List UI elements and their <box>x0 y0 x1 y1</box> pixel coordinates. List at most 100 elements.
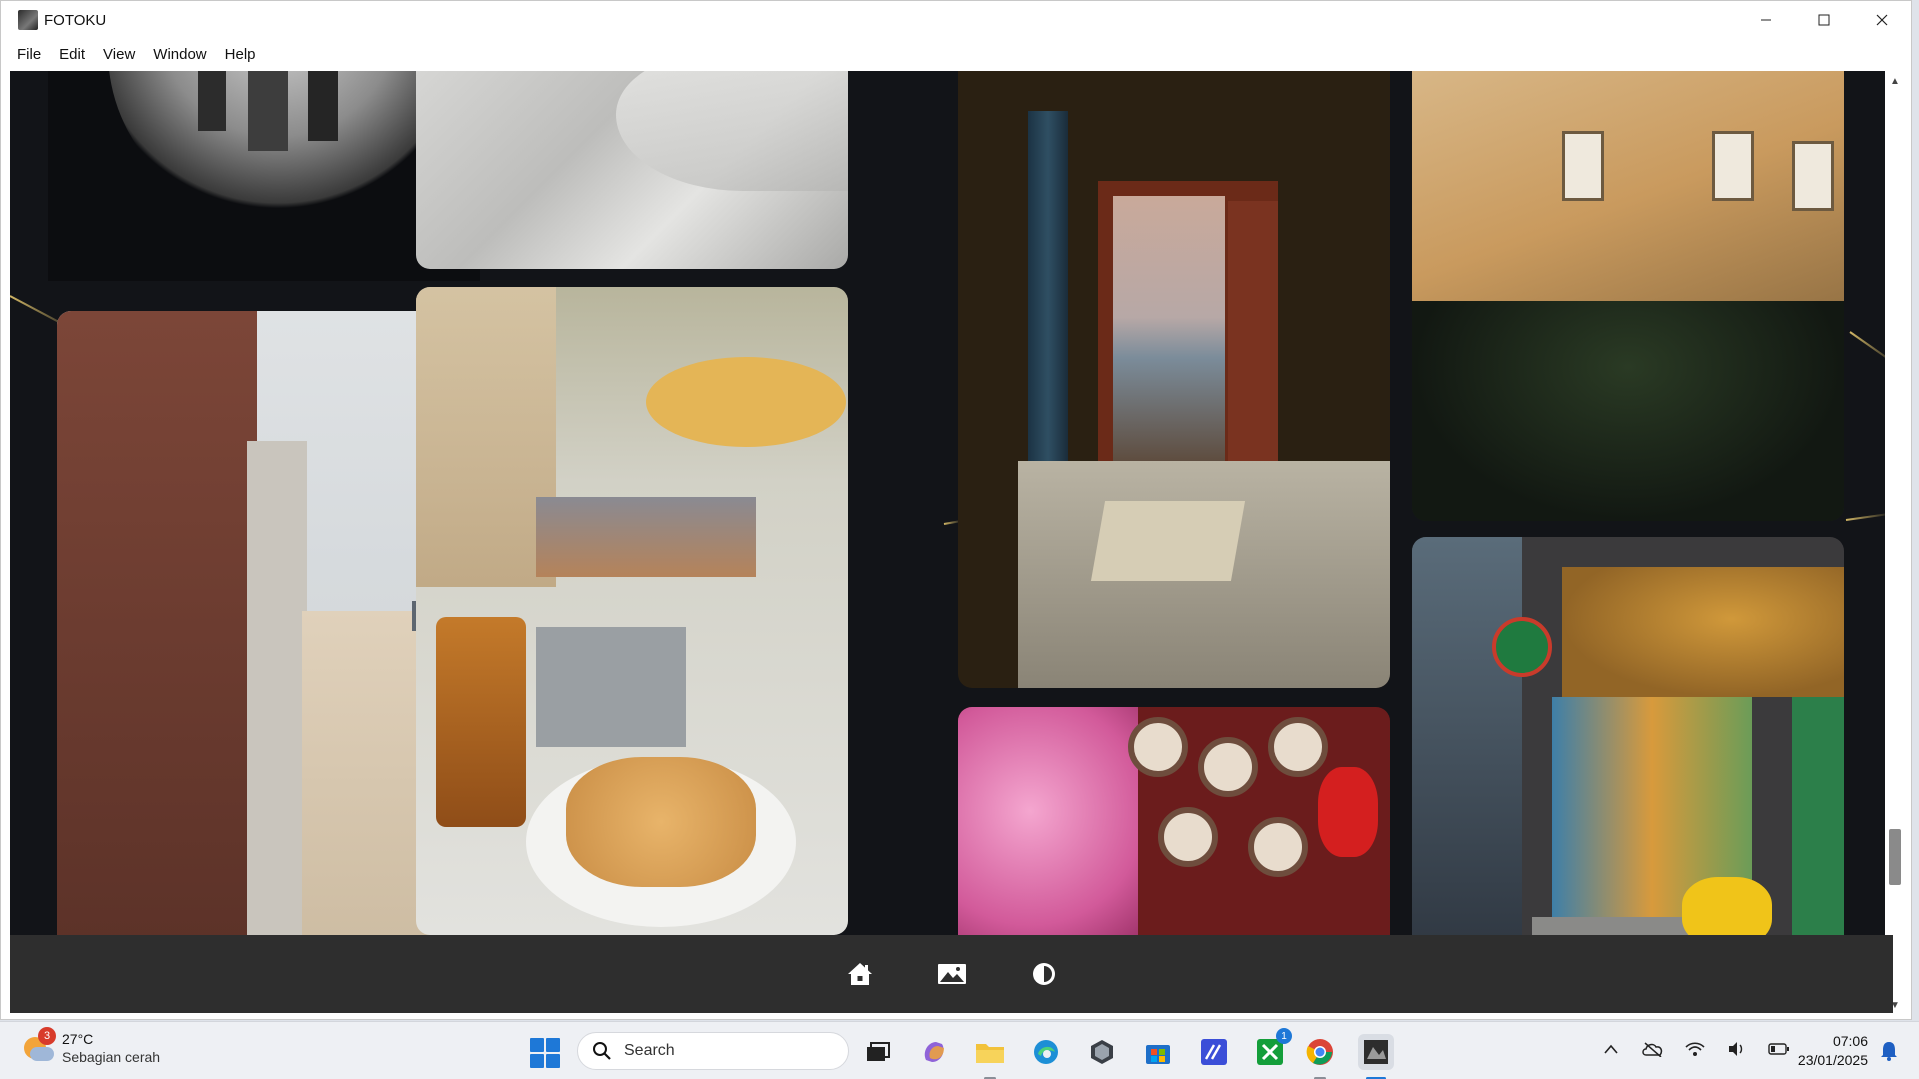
pink-blossoms <box>958 707 1138 935</box>
window-controls <box>1737 1 1911 39</box>
clock-date: 23/01/2025 <box>1797 1052 1868 1068</box>
clock-time: 07:06 <box>1832 1033 1868 1049</box>
start-button[interactable] <box>530 1038 560 1068</box>
chrome-button[interactable] <box>1302 1034 1338 1079</box>
maximize-icon <box>1818 14 1830 26</box>
photo-food-table[interactable] <box>416 287 848 935</box>
shop-sign <box>1492 617 1552 677</box>
app-logo-icon <box>18 10 38 30</box>
notification-bell-icon[interactable] <box>1878 1040 1900 1062</box>
wifi-icon[interactable] <box>1684 1038 1706 1060</box>
trees <box>1412 301 1844 521</box>
green-shop <box>1792 697 1844 935</box>
folded-towel <box>1090 501 1246 581</box>
alley-wall-left <box>1412 537 1522 935</box>
theme-toggle-icon <box>1032 963 1055 985</box>
weather-desc: Sebagian cerah <box>62 1049 161 1065</box>
xbox-button[interactable]: 1 <box>1252 1028 1292 1070</box>
vertical-scrollbar[interactable]: ▲ ▼ <box>1885 71 1905 1015</box>
brick-building <box>57 311 257 935</box>
menu-edit[interactable]: Edit <box>50 39 94 71</box>
photo-colorful-alley[interactable] <box>1412 537 1844 935</box>
stone-building <box>247 441 307 935</box>
fruit-bowl <box>646 357 846 447</box>
chrome-icon <box>1306 1039 1333 1065</box>
home-button[interactable] <box>845 959 875 989</box>
home-icon <box>847 963 872 985</box>
unity-button[interactable] <box>1084 1034 1120 1070</box>
fotoku-icon <box>1364 1040 1388 1064</box>
window <box>1562 131 1604 201</box>
store-icon <box>1146 1045 1170 1064</box>
red-lantern <box>1318 767 1378 857</box>
folder-icon <box>976 1044 1004 1063</box>
skyscraper <box>198 71 226 131</box>
vscode-like-button[interactable] <box>1196 1034 1232 1070</box>
chevron-up-icon[interactable] <box>1600 1038 1622 1060</box>
yellow-scooter <box>1682 877 1772 935</box>
photo-balcony-room[interactable] <box>958 71 1390 688</box>
menu-bar: File Edit View Window Help <box>1 39 1911 71</box>
menu-help[interactable]: Help <box>216 39 265 71</box>
metal-cup <box>536 627 686 747</box>
title-bar[interactable]: FOTOKU <box>1 1 1911 39</box>
minimize-icon <box>1761 19 1771 21</box>
system-clock[interactable]: 07:06 23/01/2025 <box>1780 1032 1868 1070</box>
code-editor-icon <box>1201 1039 1227 1065</box>
amber-bottle <box>436 617 526 827</box>
ms-store-button[interactable] <box>1140 1034 1176 1070</box>
edge-icon <box>1034 1040 1058 1064</box>
window <box>1792 141 1834 211</box>
search-icon <box>593 1042 611 1060</box>
task-view-icon <box>867 1042 890 1061</box>
weather-temp: 27°C <box>62 1031 94 1047</box>
maximize-button[interactable] <box>1795 1 1853 39</box>
bottom-nav-bar <box>10 935 1893 1013</box>
photo-bed-linen[interactable] <box>416 71 848 269</box>
weather-widget[interactable]: 3 27°C Sebagian cerah <box>20 1027 161 1066</box>
volume-icon[interactable] <box>1726 1038 1748 1060</box>
window-title: FOTOKU <box>44 11 107 29</box>
dried-flowers <box>416 287 556 587</box>
red-fan <box>1248 817 1308 877</box>
photo-red-fans-blossoms[interactable] <box>958 707 1390 935</box>
gallery-button[interactable] <box>937 959 967 989</box>
photo-gallery[interactable] <box>10 71 1893 935</box>
close-button[interactable] <box>1853 1 1911 39</box>
menu-window[interactable]: Window <box>144 39 215 71</box>
taskbar: 3 27°C Sebagian cerah Search 1 07:06 23/… <box>0 1021 1919 1079</box>
red-fan <box>1158 807 1218 867</box>
pastries <box>566 757 756 887</box>
task-view-button[interactable] <box>860 1034 896 1070</box>
theme-toggle-button[interactable] <box>1029 959 1059 989</box>
fabric-fold <box>616 71 848 191</box>
red-fan <box>1268 717 1328 777</box>
skyscraper <box>308 71 338 141</box>
red-fan <box>1128 717 1188 777</box>
xbox-badge: 1 <box>1276 1028 1292 1044</box>
close-icon <box>1876 14 1888 26</box>
photo-building-tree-shadow[interactable] <box>1412 71 1844 521</box>
minimize-button[interactable] <box>1737 1 1795 39</box>
weather-badge: 3 <box>38 1027 56 1045</box>
open-door <box>1228 201 1278 461</box>
file-explorer-button[interactable] <box>972 1034 1008 1079</box>
edge-button[interactable] <box>1028 1034 1064 1070</box>
system-tray <box>1600 1038 1790 1060</box>
autumn-leaves <box>1562 567 1844 697</box>
skyscraper <box>248 71 288 151</box>
search-label: Search <box>624 1042 675 1059</box>
menu-view[interactable]: View <box>94 39 144 71</box>
menu-file[interactable]: File <box>8 39 50 71</box>
copilot-button[interactable] <box>916 1034 952 1070</box>
scroll-up-arrow[interactable]: ▲ <box>1885 71 1905 91</box>
fotoku-taskbar-button[interactable] <box>1358 1034 1394 1079</box>
app-window: FOTOKU File Edit View Window Help ▲ ▼ <box>0 0 1912 1020</box>
onedrive-offline-icon[interactable] <box>1642 1038 1664 1060</box>
window <box>1712 131 1754 201</box>
taskbar-search[interactable]: Search <box>577 1032 849 1070</box>
copilot-icon <box>924 1042 944 1062</box>
sea-view <box>1113 196 1225 466</box>
cake-slice <box>536 497 756 577</box>
scroll-thumb[interactable] <box>1889 829 1901 885</box>
